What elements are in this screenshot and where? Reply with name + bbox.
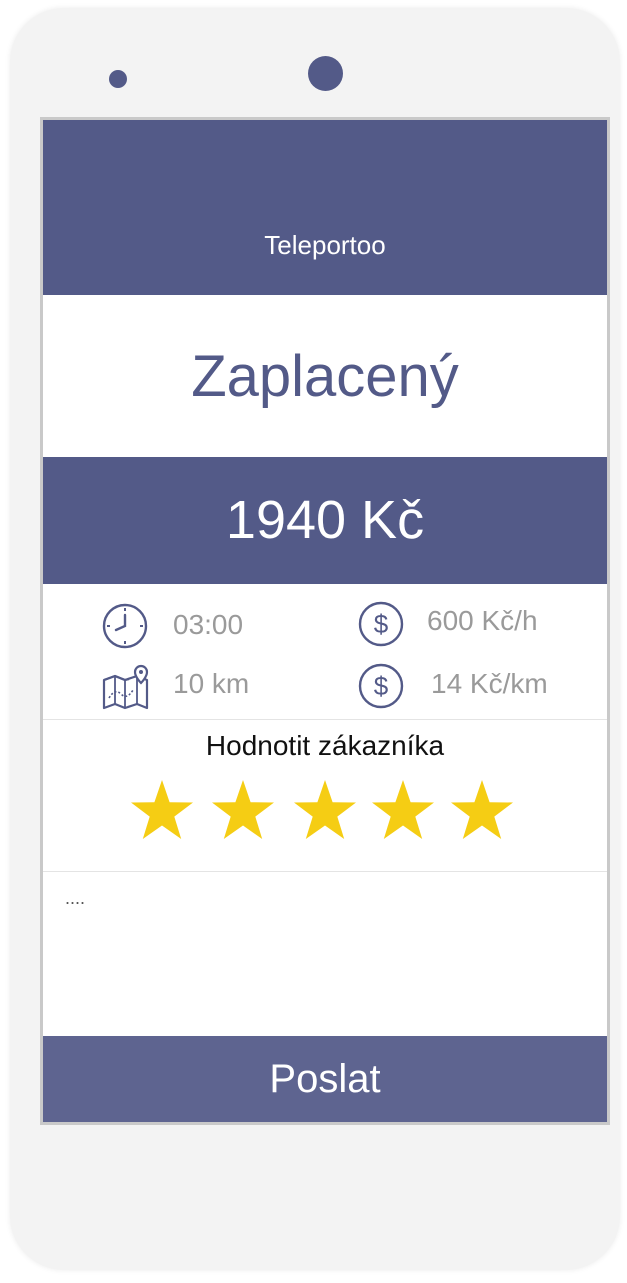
- star-icon[interactable]: [449, 778, 515, 844]
- dollar-coin-icon: $: [358, 601, 404, 647]
- camera-dot: [308, 56, 343, 91]
- payment-status-section: Zaplacený: [43, 295, 607, 457]
- payment-status: Zaplacený: [191, 344, 459, 409]
- speaker-dot: [109, 70, 127, 88]
- svg-text:$: $: [374, 671, 389, 701]
- app-bar: Teleportoo: [43, 120, 607, 295]
- star-icon[interactable]: [129, 778, 195, 844]
- rate-per-km: 14 Kč/km: [431, 668, 548, 699]
- star-icon[interactable]: [370, 778, 436, 844]
- dollar-coin-icon: $: [358, 663, 404, 709]
- trip-duration: 03:00: [173, 609, 244, 640]
- price-section: 1940 Kč: [43, 457, 607, 584]
- star-rating[interactable]: [129, 778, 529, 848]
- comment-input[interactable]: [63, 886, 587, 1020]
- star-icon[interactable]: [210, 778, 276, 844]
- svg-text:$: $: [374, 609, 389, 639]
- app-screen: Teleportoo Zaplacený 1940 Kč 03:00 $ 600…: [40, 117, 610, 1125]
- trip-info: 03:00 $ 600 Kč/h 10 km $ 14 Kč/km: [43, 584, 607, 720]
- total-price: 1940 Kč: [225, 490, 425, 550]
- phone-frame: Teleportoo Zaplacený 1940 Kč 03:00 $ 600…: [10, 8, 620, 1270]
- star-icon[interactable]: [292, 778, 358, 844]
- comment-area: [43, 872, 607, 1036]
- customer-rating: Hodnotit zákazníka: [43, 720, 607, 872]
- trip-distance: 10 km: [173, 668, 250, 699]
- submit-button[interactable]: Poslat: [43, 1036, 607, 1122]
- rate-per-hour: 600 Kč/h: [427, 605, 538, 636]
- map-pin-icon: [102, 664, 149, 710]
- clock-icon: [102, 603, 148, 649]
- app-title: Teleportoo: [264, 230, 386, 260]
- rating-label: Hodnotit zákazníka: [205, 730, 445, 761]
